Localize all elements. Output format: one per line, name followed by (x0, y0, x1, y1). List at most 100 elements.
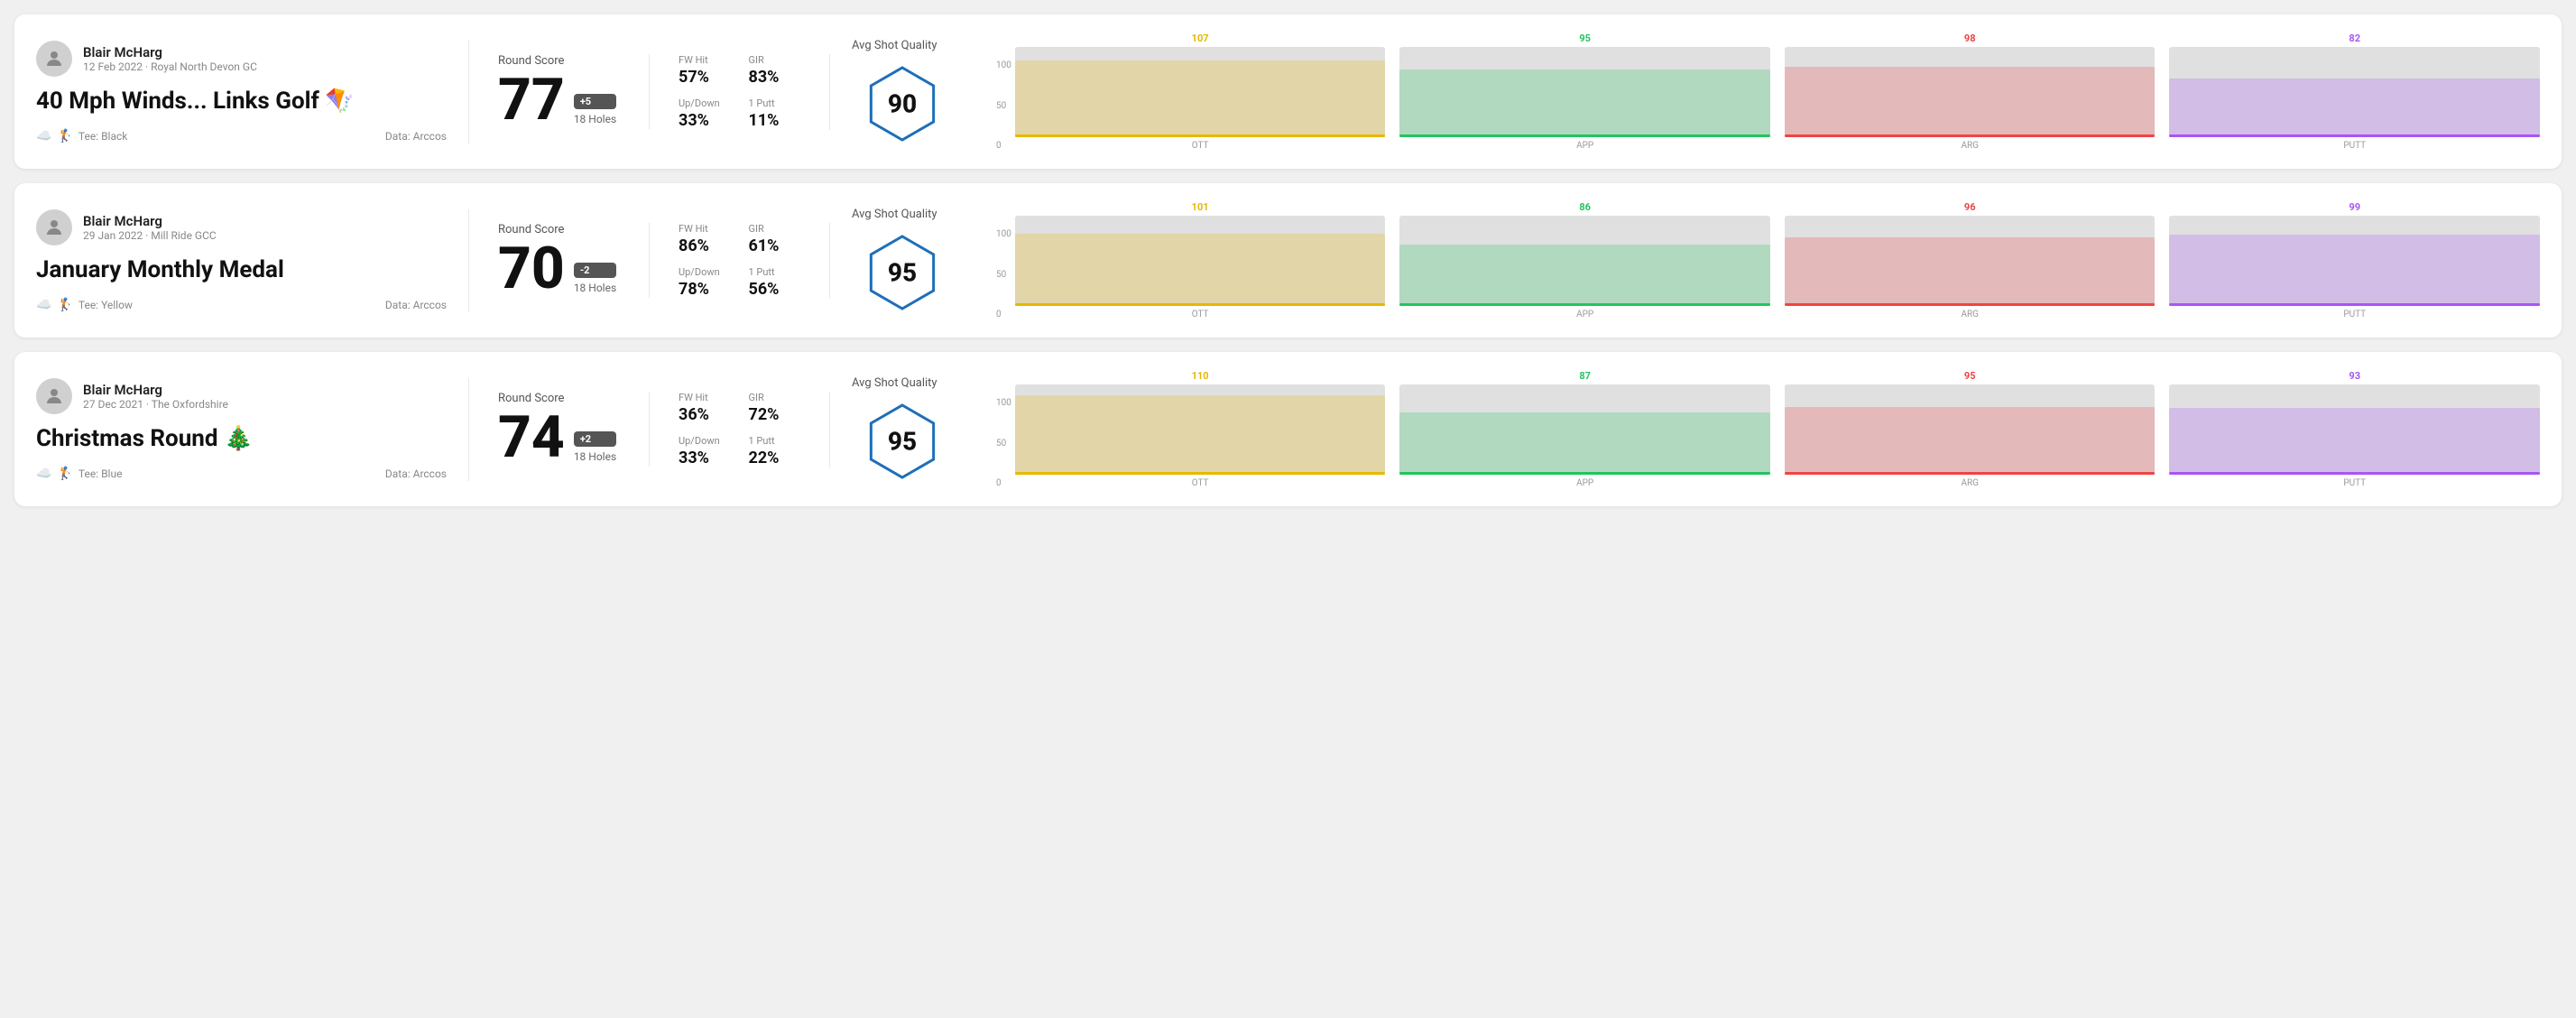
data-source-2: Data: Arccos (385, 299, 447, 311)
player-name-2: Blair McHarg (83, 213, 447, 229)
quality-section-1: Avg Shot Quality 90 (830, 39, 974, 144)
bar-xlabel-app: APP (1576, 141, 1593, 151)
stats-section-2: FW Hit 86% GIR 61% Up/Down 78% 1 Putt 56… (650, 223, 830, 299)
score-row-1: 77 +5 18 Holes (498, 71, 620, 129)
score-holes-1: 18 Holes (574, 113, 616, 125)
stats-section-1: FW Hit 57% GIR 83% Up/Down 33% 1 Putt 11… (650, 54, 830, 130)
stats-grid-3: FW Hit 36% GIR 72% Up/Down 33% 1 Putt 22… (679, 392, 800, 467)
round-card-3: Blair McHarg 27 Dec 2021 · The Oxfordshi… (14, 352, 2562, 506)
stat-oneputt-1: 1 Putt 11% (749, 97, 801, 130)
bar-xlabel-putt: PUTT (2343, 310, 2366, 319)
chart-section-2: 100 50 0 101 OTT 86 APP (974, 201, 2540, 319)
bar-bg-putt (2169, 47, 2540, 137)
bar-group-ott: 101 OTT (1015, 201, 1386, 319)
stat-gir-1: GIR 83% (749, 54, 801, 87)
stat-updown-label-2: Up/Down (679, 266, 731, 278)
bar-bg-app (1399, 384, 1770, 475)
stat-gir-2: GIR 61% (749, 223, 801, 255)
chart-section-1: 100 50 0 107 OTT 95 APP (974, 32, 2540, 151)
bar-line-arg (1785, 472, 2156, 475)
stat-fwhit-label-2: FW Hit (679, 223, 731, 235)
hex-score-3: 95 (888, 427, 917, 457)
chart-section-3: 100 50 0 110 OTT 87 APP (974, 370, 2540, 488)
player-header-3: Blair McHarg 27 Dec 2021 · The Oxfordshi… (36, 378, 447, 414)
bar-group-app: 87 APP (1399, 370, 1770, 488)
stat-gir-label-2: GIR (749, 223, 801, 235)
stats-section-3: FW Hit 36% GIR 72% Up/Down 33% 1 Putt 22… (650, 392, 830, 467)
player-name-3: Blair McHarg (83, 382, 447, 398)
stat-oneputt-label-1: 1 Putt (749, 97, 801, 109)
player-section-1: Blair McHarg 12 Feb 2022 · Royal North D… (36, 41, 469, 143)
bar-fill-ott (1015, 395, 1386, 475)
score-badge-1: +5 (574, 94, 616, 109)
bar-value-arg: 96 (1964, 201, 1976, 213)
player-header-2: Blair McHarg 29 Jan 2022 · Mill Ride GCC (36, 209, 447, 245)
bar-line-app (1399, 134, 1770, 137)
score-holes-3: 18 Holes (574, 450, 616, 463)
bar-xlabel-arg: ARG (1961, 310, 1979, 319)
stat-fwhit-label-3: FW Hit (679, 392, 731, 403)
y-label-50: 50 (996, 101, 1011, 111)
stat-gir-value-2: 61% (749, 236, 801, 255)
stat-gir-value-1: 83% (749, 68, 801, 87)
bar-fill-ott (1015, 234, 1386, 306)
bar-bg-ott (1015, 216, 1386, 306)
score-holes-2: 18 Holes (574, 282, 616, 294)
bar-xlabel-ott: OTT (1192, 310, 1209, 319)
bar-line-putt (2169, 472, 2540, 475)
score-row-2: 70 -2 18 Holes (498, 240, 620, 298)
bar-group-ott: 110 OTT (1015, 370, 1386, 488)
bar-line-ott (1015, 472, 1386, 475)
avatar-3 (36, 378, 72, 414)
stat-oneputt-3: 1 Putt 22% (749, 435, 801, 467)
bar-group-putt: 82 PUTT (2169, 32, 2540, 151)
score-detail-1: +5 18 Holes (574, 94, 616, 129)
data-source-1: Data: Arccos (385, 130, 447, 143)
bar-fill-arg (1785, 407, 2156, 475)
y-label-0: 0 (996, 310, 1011, 319)
player-meta-3: 27 Dec 2021 · The Oxfordshire (83, 398, 447, 411)
bar-fill-arg (1785, 237, 2156, 306)
stat-updown-2: Up/Down 78% (679, 266, 731, 299)
bar-value-arg: 98 (1964, 32, 1976, 44)
stat-fwhit-label-1: FW Hit (679, 54, 731, 66)
bar-line-putt (2169, 134, 2540, 137)
score-badge-3: +2 (574, 431, 616, 447)
stats-grid-2: FW Hit 86% GIR 61% Up/Down 78% 1 Putt 56… (679, 223, 800, 299)
score-number-3: 74 (498, 409, 565, 467)
stat-gir-label-3: GIR (749, 392, 801, 403)
avatar-1 (36, 41, 72, 77)
hexagon-1: 90 (862, 63, 943, 144)
y-label-100: 100 (996, 398, 1011, 408)
bar-line-app (1399, 303, 1770, 306)
bag-icon-3: 🏌️ (57, 467, 72, 481)
bar-fill-putt (2169, 235, 2540, 306)
bar-xlabel-app: APP (1576, 310, 1593, 319)
bar-fill-putt (2169, 408, 2540, 475)
bar-value-arg: 95 (1964, 370, 1976, 382)
player-footer-2: ☁️ 🏌️ Tee: Yellow Data: Arccos (36, 298, 447, 312)
bar-fill-app (1399, 412, 1770, 475)
score-section-1: Round Score 77 +5 18 Holes (469, 54, 650, 129)
bar-group-app: 86 APP (1399, 201, 1770, 319)
y-label-0: 0 (996, 141, 1011, 151)
player-info-1: Blair McHarg 12 Feb 2022 · Royal North D… (83, 44, 447, 73)
bar-value-ott: 101 (1192, 201, 1209, 213)
hex-score-2: 95 (888, 258, 917, 288)
stat-fwhit-value-2: 86% (679, 236, 731, 255)
bar-xlabel-ott: OTT (1192, 141, 1209, 151)
avatar-2 (36, 209, 72, 245)
stat-updown-value-1: 33% (679, 111, 731, 130)
bag-icon-1: 🏌️ (57, 129, 72, 143)
y-label-50: 50 (996, 439, 1011, 449)
hexagon-2: 95 (862, 232, 943, 313)
tee-label-2: Tee: Yellow (78, 299, 133, 311)
player-info-3: Blair McHarg 27 Dec 2021 · The Oxfordshi… (83, 382, 447, 411)
stat-updown-1: Up/Down 33% (679, 97, 731, 130)
bar-line-ott (1015, 134, 1386, 137)
y-label-0: 0 (996, 478, 1011, 488)
bar-value-ott: 110 (1192, 370, 1209, 382)
bar-fill-ott (1015, 60, 1386, 137)
bar-xlabel-putt: PUTT (2343, 141, 2366, 151)
player-meta-1: 12 Feb 2022 · Royal North Devon GC (83, 60, 447, 73)
